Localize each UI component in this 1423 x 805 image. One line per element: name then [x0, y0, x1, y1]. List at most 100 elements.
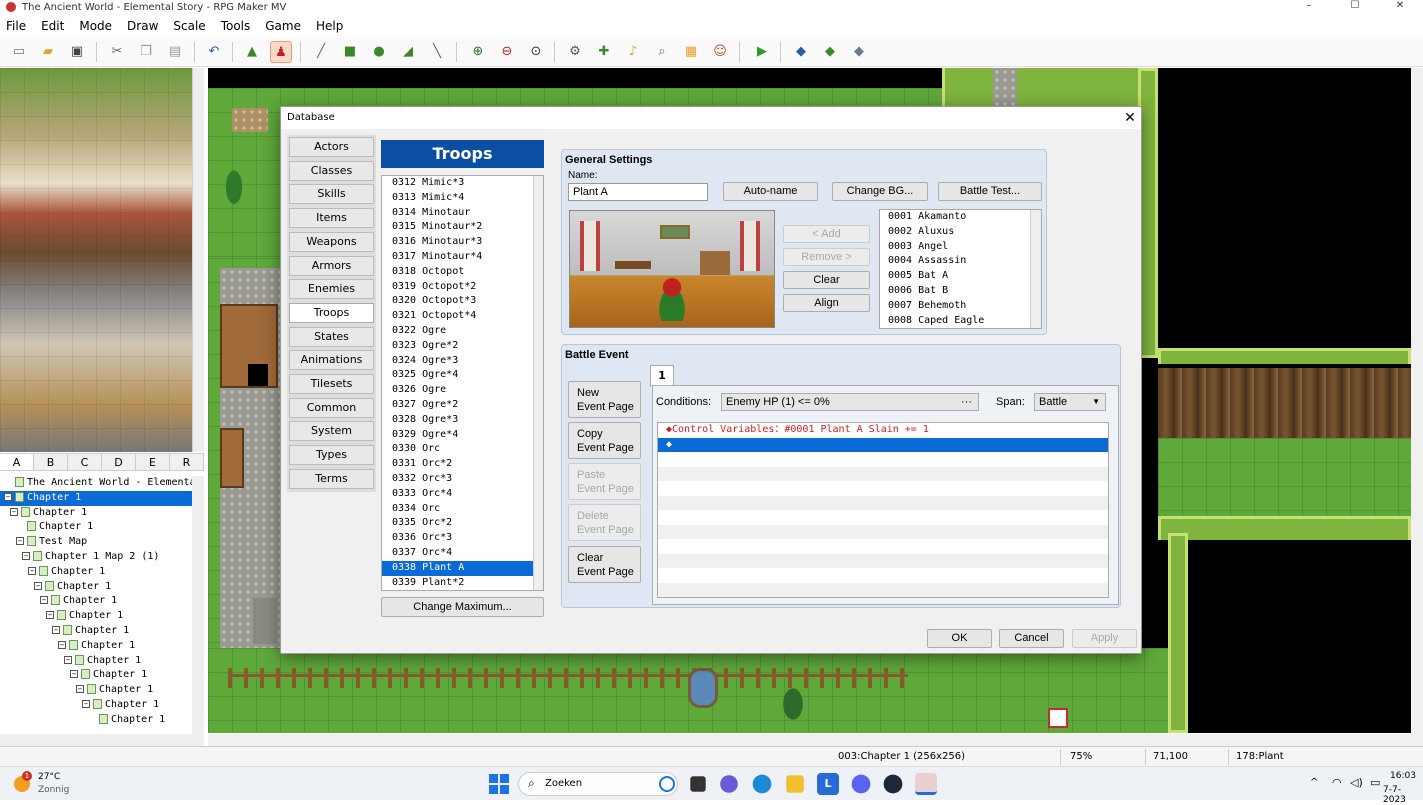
menu-draw[interactable]: Draw: [127, 19, 158, 33]
plugin-icon-2[interactable]: ◆: [819, 41, 841, 63]
minimize-button[interactable]: –: [1286, 0, 1332, 14]
collapse-icon[interactable]: −: [46, 611, 54, 620]
tileset-tab-c[interactable]: C: [68, 454, 102, 470]
plugin-icon-1[interactable]: ◆: [790, 41, 812, 63]
map-hscrollbar[interactable]: [208, 734, 1411, 746]
troop-list-item[interactable]: 0329 Ogre*4: [382, 428, 543, 443]
map-tree-item[interactable]: − Chapter 1: [0, 594, 192, 609]
map-mode-icon[interactable]: ▲: [241, 41, 263, 63]
cut-icon[interactable]: ✂: [106, 41, 128, 63]
troop-list-item[interactable]: 0337 Orc*4: [382, 546, 543, 561]
troop-list-item[interactable]: 0318 Octopot: [382, 265, 543, 280]
tileset-tab-b[interactable]: B: [34, 454, 68, 470]
ellipse-icon[interactable]: ●: [368, 41, 390, 63]
event-searcher-icon[interactable]: ⌕: [651, 41, 673, 63]
troop-list-item[interactable]: 0327 Ogre*2: [382, 398, 543, 413]
map-vscrollbar[interactable]: [1411, 68, 1423, 746]
plugin-icon-3[interactable]: ◆: [848, 41, 870, 63]
tileset-tab-r[interactable]: R: [170, 454, 204, 470]
map-tree-scrollbar[interactable]: [192, 476, 204, 734]
start-icon[interactable]: [488, 773, 510, 795]
change-bg-button[interactable]: Change BG...: [832, 182, 928, 201]
enemy-list-item[interactable]: 0001 Akamanto: [880, 210, 1041, 225]
plugin-manager-icon[interactable]: ✚: [593, 41, 615, 63]
collapse-icon[interactable]: −: [82, 699, 90, 708]
actual-size-icon[interactable]: ⊙: [525, 41, 547, 63]
save-project-icon[interactable]: ▣: [66, 41, 88, 63]
enemy-list-item[interactable]: 0002 Aluxus: [880, 225, 1041, 240]
troop-list-item[interactable]: 0336 Orc*3: [382, 531, 543, 546]
map-tree-item[interactable]: The Ancient World - Elemental Sto: [0, 476, 192, 491]
troop-list-scrollbar[interactable]: [533, 176, 543, 590]
cancel-button[interactable]: Cancel: [999, 629, 1064, 648]
volume-icon[interactable]: ◁): [1350, 776, 1363, 789]
troop-list-item[interactable]: 0331 Orc*2: [382, 457, 543, 472]
troop-list-item[interactable]: 0320 Octopot*3: [382, 294, 543, 309]
plant-enemy-sprite[interactable]: [650, 273, 694, 321]
undo-icon[interactable]: ↶: [203, 41, 225, 63]
playtest-icon[interactable]: ▶: [751, 41, 773, 63]
apply-button[interactable]: Apply: [1072, 629, 1137, 648]
add-enemy-button[interactable]: < Add: [783, 225, 870, 243]
map-tree-item[interactable]: − Chapter 1: [0, 683, 192, 698]
auto-name-button[interactable]: Auto-name: [723, 182, 818, 201]
taskbar-search[interactable]: ⌕ Zoeken: [518, 772, 678, 796]
zoom-in-icon[interactable]: ⊕: [467, 41, 489, 63]
troop-list-item[interactable]: 0332 Orc*3: [382, 472, 543, 487]
menu-file[interactable]: File: [6, 19, 26, 33]
troop-list-item[interactable]: 0339 Plant*2: [382, 576, 543, 590]
collapse-icon[interactable]: −: [52, 625, 60, 634]
troop-list-item[interactable]: 0338 Plant A: [382, 560, 543, 576]
enemy-list-item[interactable]: 0005 Bat A: [880, 269, 1041, 284]
enemy-list-item[interactable]: 0004 Assassin: [880, 254, 1041, 269]
copy-icon[interactable]: ❐: [135, 41, 157, 63]
menu-game[interactable]: Game: [265, 19, 301, 33]
new-event-page-button[interactable]: New Event Page: [568, 381, 641, 418]
troop-list-item[interactable]: 0335 Orc*2: [382, 516, 543, 531]
troop-list-item[interactable]: 0326 Ogre: [382, 383, 543, 398]
category-skills[interactable]: Skills: [289, 184, 374, 205]
category-system[interactable]: System: [289, 421, 374, 442]
new-project-icon[interactable]: ▭: [8, 41, 30, 63]
map-tree-item[interactable]: Chapter 1: [0, 713, 192, 728]
menu-mode[interactable]: Mode: [79, 19, 112, 33]
align-enemies-button[interactable]: Align: [783, 294, 870, 312]
command-control-variables[interactable]: ◆Control Variables：#0001 Plant A Slain +…: [658, 423, 1108, 438]
troop-list-item[interactable]: 0313 Mimic*4: [382, 191, 543, 206]
collapse-icon[interactable]: −: [22, 551, 30, 560]
category-weapons[interactable]: Weapons: [289, 231, 374, 252]
troop-list-item[interactable]: 0319 Octopot*2: [382, 280, 543, 295]
troop-name-input[interactable]: Plant A: [568, 183, 708, 201]
collapse-icon[interactable]: −: [10, 507, 18, 516]
edge-icon[interactable]: [752, 774, 772, 794]
troop-list-item[interactable]: 0322 Ogre: [382, 324, 543, 339]
troop-list-item[interactable]: 0315 Minotaur*2: [382, 220, 543, 235]
troop-list-item[interactable]: 0334 Orc: [382, 502, 543, 517]
category-tilesets[interactable]: Tilesets: [289, 374, 374, 394]
maximize-button[interactable]: ☐: [1332, 0, 1378, 14]
troop-list-item[interactable]: 0325 Ogre*4: [382, 368, 543, 383]
tileset-palette[interactable]: [0, 68, 192, 452]
sound-test-icon[interactable]: ♪: [622, 41, 644, 63]
paste-event-page-button[interactable]: Paste Event Page: [568, 463, 641, 500]
dialog-close-icon[interactable]: ✕: [1119, 107, 1141, 129]
map-tree-item[interactable]: Chapter 1: [0, 520, 192, 535]
troop-list-item[interactable]: 0317 Minotaur*4: [382, 250, 543, 265]
delete-event-page-button[interactable]: Delete Event Page: [568, 504, 641, 541]
collapse-icon[interactable]: −: [58, 640, 66, 649]
copy-event-page-button[interactable]: Copy Event Page: [568, 422, 641, 459]
zoom-out-icon[interactable]: ⊖: [496, 41, 518, 63]
clear-enemies-button[interactable]: Clear: [783, 271, 870, 289]
menu-edit[interactable]: Edit: [41, 19, 64, 33]
map-tree-item[interactable]: − Chapter 1: [0, 668, 192, 683]
enemy-list-item[interactable]: 0003 Angel: [880, 240, 1041, 255]
l-app-icon[interactable]: L: [817, 773, 839, 795]
command-empty[interactable]: ◆: [658, 437, 1108, 452]
category-states[interactable]: States: [289, 326, 374, 347]
clock-date[interactable]: 7-7-2023: [1383, 785, 1423, 805]
event-mode-icon[interactable]: ♟: [270, 41, 292, 63]
category-enemies[interactable]: Enemies: [289, 279, 374, 300]
rpg-maker-taskbar-icon[interactable]: [915, 773, 937, 795]
enemy-list-item[interactable]: 0008 Caped Eagle: [880, 314, 1041, 328]
category-common-events[interactable]: Common Events: [289, 397, 374, 432]
